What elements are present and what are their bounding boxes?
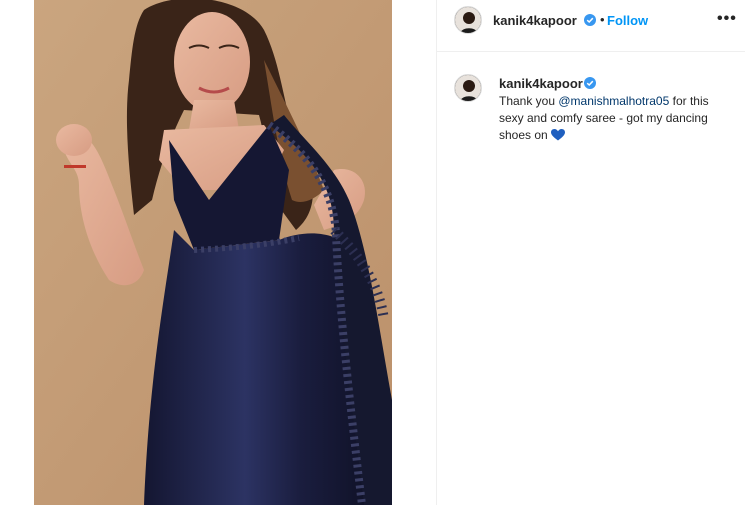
more-options-icon[interactable]: ••• [717,10,737,28]
author-username[interactable]: kanik4kapoor [493,13,577,28]
avatar-icon [455,75,481,101]
caption-text: Thank you @manishmalhotra05 for this sex… [499,93,735,144]
author-avatar[interactable] [454,6,482,34]
left-gutter [0,0,34,505]
avatar-icon [455,7,481,33]
verified-badge-icon [584,14,596,26]
header-separator: • [600,12,605,27]
caption-mention-link[interactable]: @manishmalhotra05 [558,94,669,108]
post-side-panel: kanik4kapoor • Follow ••• kanik4kapoor T… [436,0,745,505]
post-photo-image [34,0,392,505]
verified-badge-icon [584,77,596,89]
caption-username[interactable]: kanik4kapoor [499,76,583,91]
caption-text-before: Thank you [499,94,559,108]
photo-right-margin [392,0,436,505]
post-header: kanik4kapoor • Follow ••• [437,0,745,52]
blue-heart-icon [551,129,566,141]
caption-avatar[interactable] [454,74,482,102]
post-photo[interactable] [34,0,392,505]
follow-button[interactable]: Follow [607,13,648,28]
